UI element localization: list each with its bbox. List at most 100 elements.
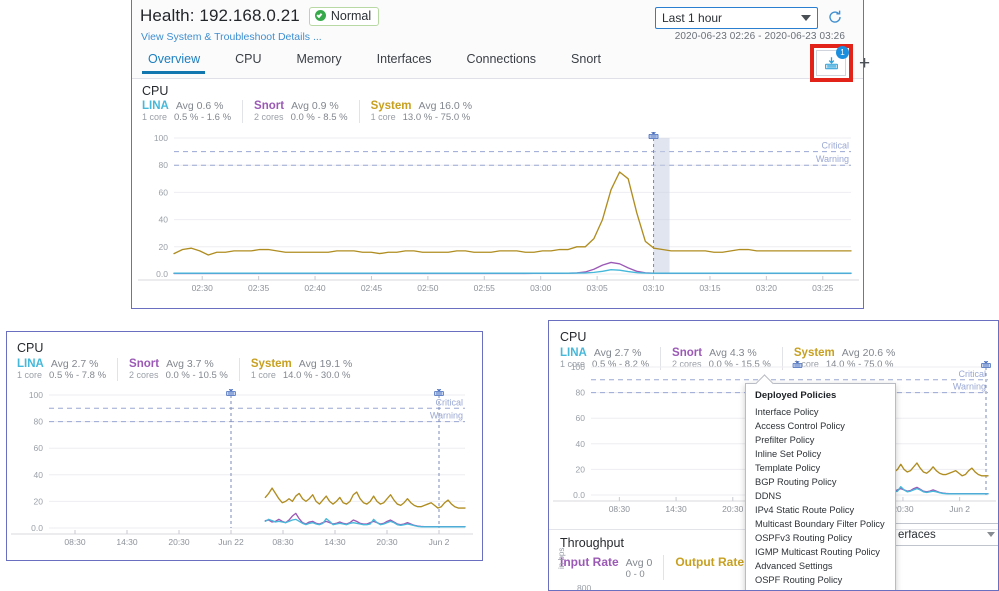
interfaces-select[interactable]: erfaces [889,523,998,546]
legend-cores: 1 core [370,112,396,122]
legend-item-system: System Avg 19.1 % 1 core 14.0 % - 30.0 % [251,358,363,381]
deploy-marker-icon [434,389,444,396]
y-axis-tick: 60 [576,413,586,423]
legend-name: System [250,358,292,370]
legend-range: 13.0 % - 75.0 % [402,112,471,123]
series-line-system [173,171,852,256]
menu-item-ddns[interactable]: DDNS [746,489,895,503]
y-axis-tick: 60 [159,187,169,197]
y-axis-tick: 80 [159,160,169,170]
tab-connections[interactable]: Connections [459,46,554,74]
y-axis-tick: 100 [154,133,168,143]
series-line-lina [173,268,852,274]
legend-avg: Avg 4.3 % [709,347,757,359]
legend-avg: Avg 20.6 % [841,347,896,359]
tab-interfaces[interactable]: Interfaces [369,46,449,74]
main-card-title: CPU [142,84,169,98]
y-axis-tick: 40 [34,470,44,480]
x-axis-tick: 08:30 [64,537,86,547]
series-line-snort [173,261,852,275]
threshold-label-critical: Critical [821,141,849,151]
menu-item-ospf-routing-policy[interactable]: OSPF Routing Policy [746,573,895,587]
legend-avg: Avg 0.6 % [175,100,224,112]
threshold-label-critical: Critical [435,397,463,407]
health-overview-panel: Health: 192.168.0.21 Normal View System … [131,0,870,309]
y-axis-tick: 100 [29,390,43,400]
refresh-icon[interactable] [827,9,845,27]
menu-item-virtual-router[interactable]: Virtual Router [746,587,895,590]
throughput-axis-unit: in bps [557,547,566,569]
x-axis-tick: Jun 22 [218,537,244,547]
menu-item-ipv4-static-route-policy[interactable]: IPv4 Static Route Policy [746,503,895,517]
time-range-text: 2020-06-23 02:26 - 2020-06-23 03:26 [674,31,845,42]
legend-name: Snort [254,100,285,112]
legend-name: LINA [560,347,587,359]
deploy-count-badge: 1 [836,46,849,59]
legend-cores: 1 core [142,112,168,122]
x-axis-tick: Jun 2 [949,504,970,514]
tab-cpu[interactable]: CPU [227,46,278,74]
y-axis-tick: 40 [159,215,169,225]
series-line-system [264,487,466,509]
legend-name: Output Rate [675,555,745,569]
threshold-label-warning: Warning [953,382,986,392]
throughput-axis-tick: 800 [577,583,592,591]
legend-item-system: System Avg 16.0 % 1 core 13.0 % - 75.0 % [371,100,483,123]
view-details-link[interactable]: View System & Troubleshoot Details ... [141,31,322,43]
menu-item-advanced-settings[interactable]: Advanced Settings [746,559,895,573]
menu-item-access-control-policy[interactable]: Access Control Policy [746,419,895,433]
health-title-row: Health: 192.168.0.21 Normal [140,6,380,26]
deploy-marker-icon [981,361,991,368]
x-axis-tick: 14:30 [324,537,346,547]
legend-item-lina: LINA Avg 2.7 % 1 core 0.5 % - 7.8 % [17,358,119,381]
legend-range: 0.5 % - 1.6 % [174,112,232,123]
time-range-select[interactable]: Last 1 hour [655,7,818,29]
chevron-down-icon [987,532,995,537]
main-card-legend: LINA Avg 0.6 % 1 core 0.5 % - 1.6 % Snort A… [142,100,494,123]
tab-bar: Overview CPU Memory Interfaces Connectio… [140,46,628,74]
x-axis-tick: 02:30 [192,283,214,293]
legend-range: 0.0 % - 8.5 % [290,112,348,123]
menu-item-inline-set-policy[interactable]: Inline Set Policy [746,447,895,461]
page-title: Health: 192.168.0.21 [140,6,300,25]
legend-item-snort: Snort Avg 3.7 % 2 cores 0.0 % - 10.5 % [129,358,240,381]
cpu-chart-left: 0.0 20 40 60 80 100 Critical Warning 08:30 14:30 2… [9,389,479,554]
threshold-label-critical: Critical [958,369,986,379]
menu-item-prefilter-policy[interactable]: Prefilter Policy [746,433,895,447]
plus-icon[interactable]: + [859,54,870,73]
y-axis-tick: 20 [159,242,169,252]
x-axis-tick: 03:00 [530,283,552,293]
legend-avg: Avg 19.1 % [298,358,353,370]
menu-item-interface-policy[interactable]: Interface Policy [746,405,895,419]
legend-item-snort: Snort Avg 0.9 % 2 cores 0.0 % - 8.5 % [254,100,360,123]
x-axis-tick: 20:30 [722,504,744,514]
menu-item-bgp-routing-policy[interactable]: BGP Routing Policy [746,475,895,489]
y-axis-tick: 100 [571,362,585,372]
menu-item-igmp-multicast-routing-policy[interactable]: IGMP Multicast Routing Policy [746,545,895,559]
x-axis-tick: 02:35 [248,283,270,293]
legend-item-input-rate: Input Rate Avg 0 0 - 0 [560,555,665,580]
deploy-marker-icon [792,361,803,368]
tab-snort[interactable]: Snort [563,46,618,74]
legend-range: 0.5 % - 7.8 % [49,370,107,381]
legend-range: 0 - 0 [625,568,645,580]
tab-memory[interactable]: Memory [289,46,359,74]
interfaces-select-value: erfaces [898,528,936,541]
y-axis-tick: 80 [34,417,44,427]
tab-overview[interactable]: Overview [140,46,217,74]
threshold-label-warning: Warning [816,154,849,164]
x-axis-tick: 20:30 [168,537,190,547]
legend-item-lina: LINA Avg 0.6 % 1 core 0.5 % - 1.6 % [142,100,244,123]
menu-item-multicast-boundary-filter-policy[interactable]: Multicast Boundary Filter Policy [746,517,895,531]
cpu-throughput-panel-right: CPU LINA Avg 2.7 % 1 core 0.5 % - 8.2 % Sn… [548,320,999,591]
x-axis-tick: 03:15 [699,283,721,293]
x-axis-tick: 14:30 [116,537,138,547]
x-axis-tick: 02:50 [417,283,439,293]
x-axis-tick: 08:30 [272,537,294,547]
legend-range: 14.0 % - 30.0 % [282,370,351,381]
menu-item-ospfv3-routing-policy[interactable]: OSPFv3 Routing Policy [746,531,895,545]
menu-item-template-policy[interactable]: Template Policy [746,461,895,475]
x-axis-tick: 03:10 [643,283,665,293]
legend-name: Input Rate [560,555,619,569]
legend-avg: Avg 2.7 % [593,347,642,359]
